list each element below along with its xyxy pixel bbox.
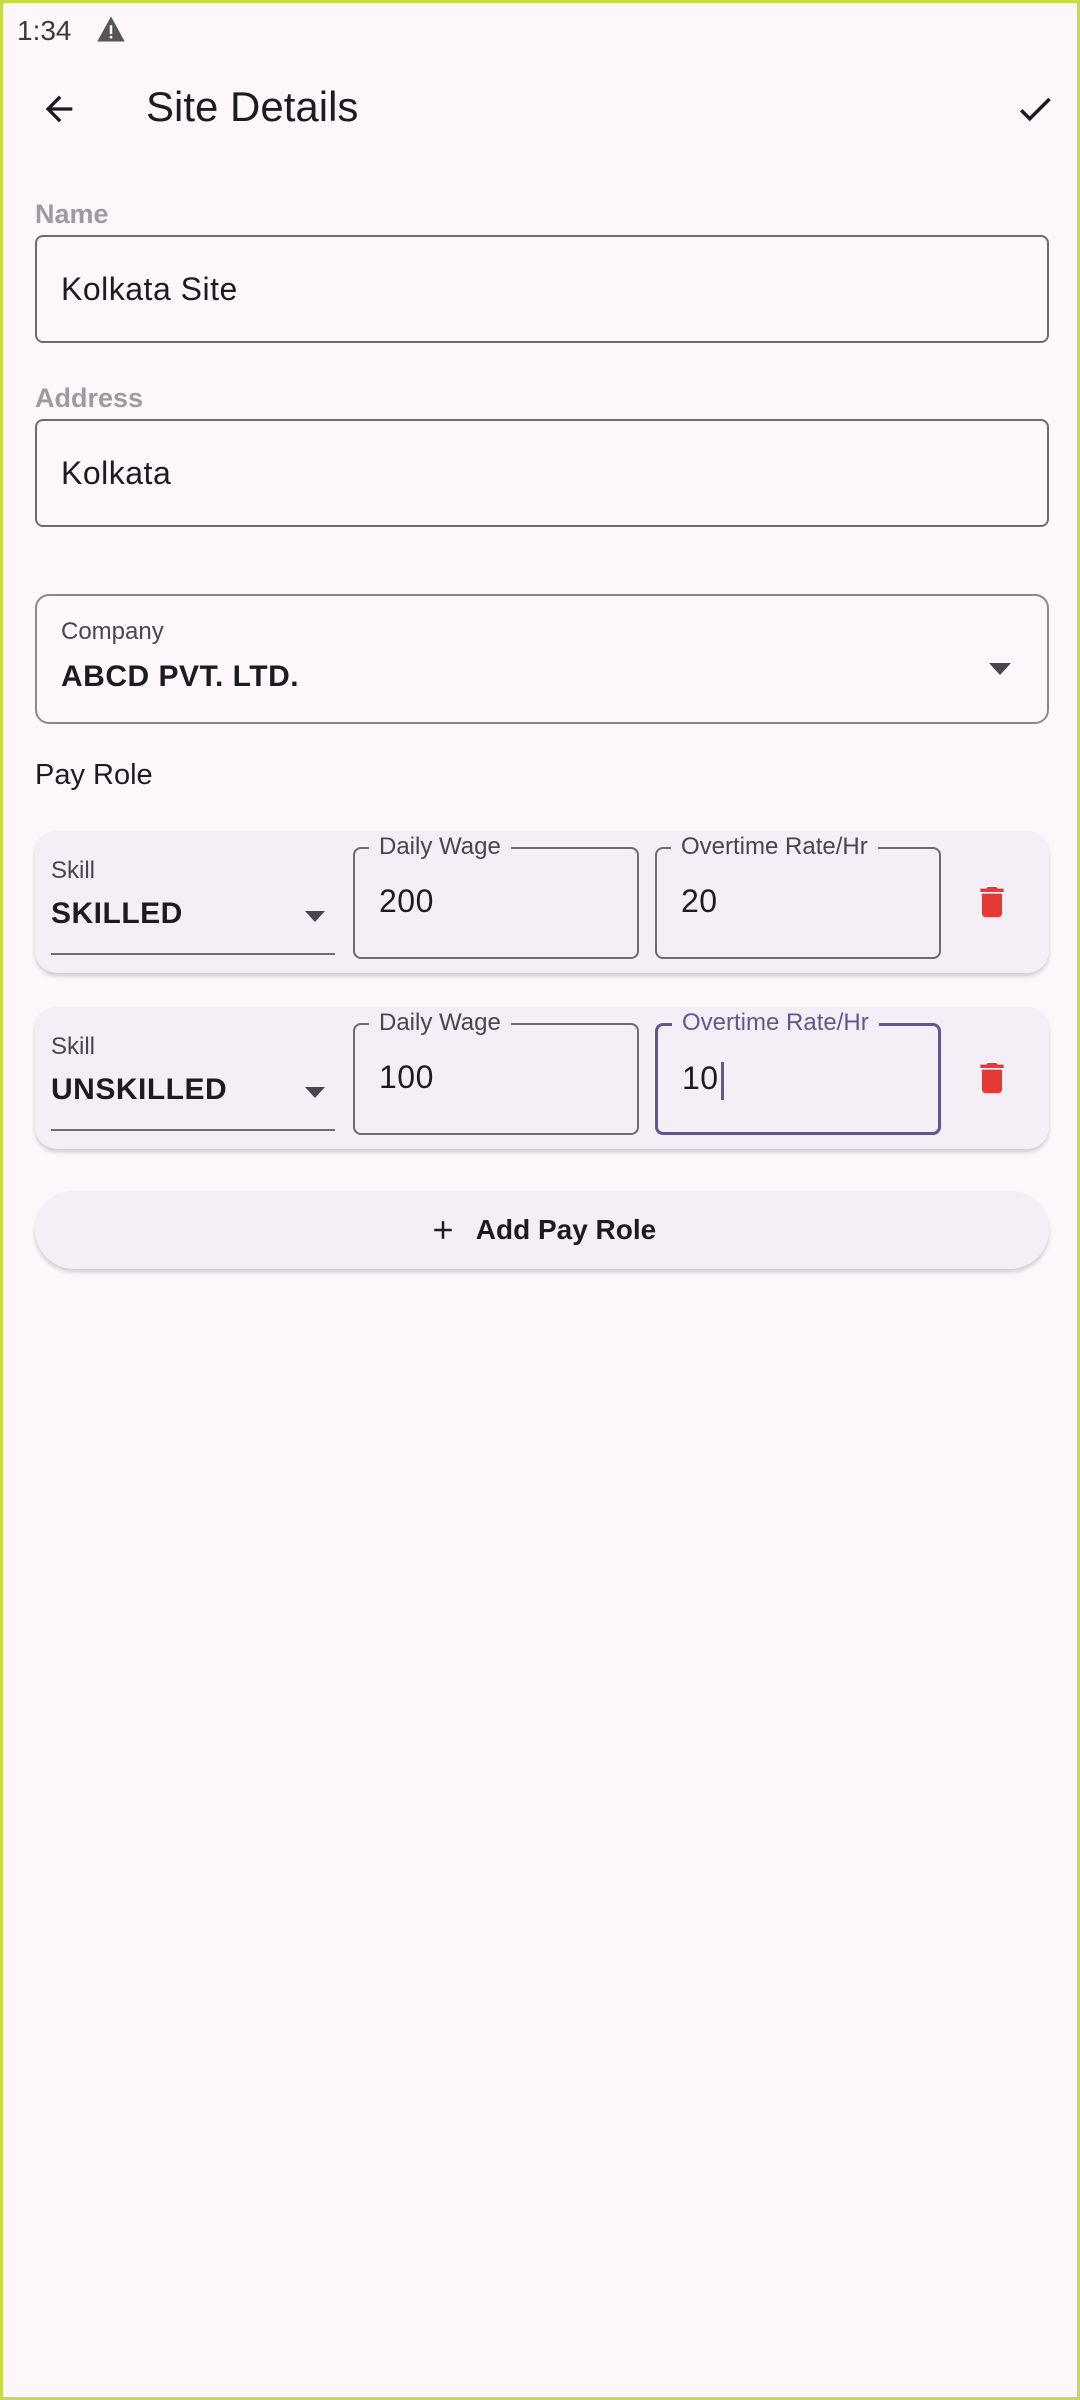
status-time: 1:34 [17,15,72,46]
daily-wage-label: Daily Wage [369,833,511,861]
plus-icon [434,1221,452,1239]
daily-wage-value: 200 [379,883,434,919]
pay-role-heading: Pay Role [35,759,153,791]
add-pay-role-label: Add Pay Role [475,1214,657,1245]
skill-label: Skill [51,857,96,884]
skill-label: Skill [51,1033,96,1060]
skill-value: UNSKILLED [51,1073,228,1106]
address-field[interactable]: Kolkata [35,419,1049,527]
overtime-rate-label: Overtime Rate/Hr [672,1009,879,1037]
skill-dropdown[interactable]: Skill SKILLED [51,851,335,955]
text-cursor [720,1061,724,1100]
arrow-back-icon [45,95,73,123]
add-pay-role-button[interactable]: Add Pay Role [35,1191,1049,1269]
overtime-rate-value: 20 [681,883,718,919]
dropdown-arrow-icon [989,662,1011,680]
company-dropdown[interactable]: Company ABCD PVT. LTD. [35,594,1049,724]
overtime-rate-value: 10 [682,1060,719,1096]
app-bar: Site Details [3,63,1077,147]
overtime-rate-value-wrap: 10 [682,1060,724,1100]
company-label: Company [61,618,164,645]
skill-value: SKILLED [51,897,183,930]
trash-icon [980,887,1004,917]
company-value: ABCD PVT. LTD. [61,660,300,693]
page-title: Site Details [146,83,359,130]
overtime-rate-label: Overtime Rate/Hr [671,833,878,861]
daily-wage-label: Daily Wage [369,1009,511,1037]
pay-role-row: Skill UNSKILLED Daily Wage 100 Overtime … [35,1007,1049,1149]
skill-dropdown[interactable]: Skill UNSKILLED [51,1027,335,1131]
dropdown-arrow-icon [305,1085,325,1103]
overtime-rate-field[interactable]: Overtime Rate/Hr 20 [655,833,941,959]
delete-button[interactable] [967,877,1017,927]
status-bar: 1:34 [17,11,126,51]
save-button[interactable] [1007,81,1063,137]
warning-icon [96,15,126,48]
address-label: Address [35,383,144,413]
dropdown-arrow-icon [305,909,325,927]
delete-button[interactable] [967,1053,1017,1103]
check-icon [1019,97,1051,122]
back-button[interactable] [31,81,87,137]
daily-wage-value: 100 [379,1059,434,1095]
pay-role-row: Skill SKILLED Daily Wage 200 Overtime Ra… [35,831,1049,973]
trash-icon [980,1063,1004,1093]
overtime-rate-field[interactable]: Overtime Rate/Hr 10 [655,1009,941,1135]
daily-wage-field[interactable]: Daily Wage 200 [353,833,639,959]
name-label: Name [35,199,109,229]
name-field[interactable]: Kolkata Site [35,235,1049,343]
daily-wage-field[interactable]: Daily Wage 100 [353,1009,639,1135]
